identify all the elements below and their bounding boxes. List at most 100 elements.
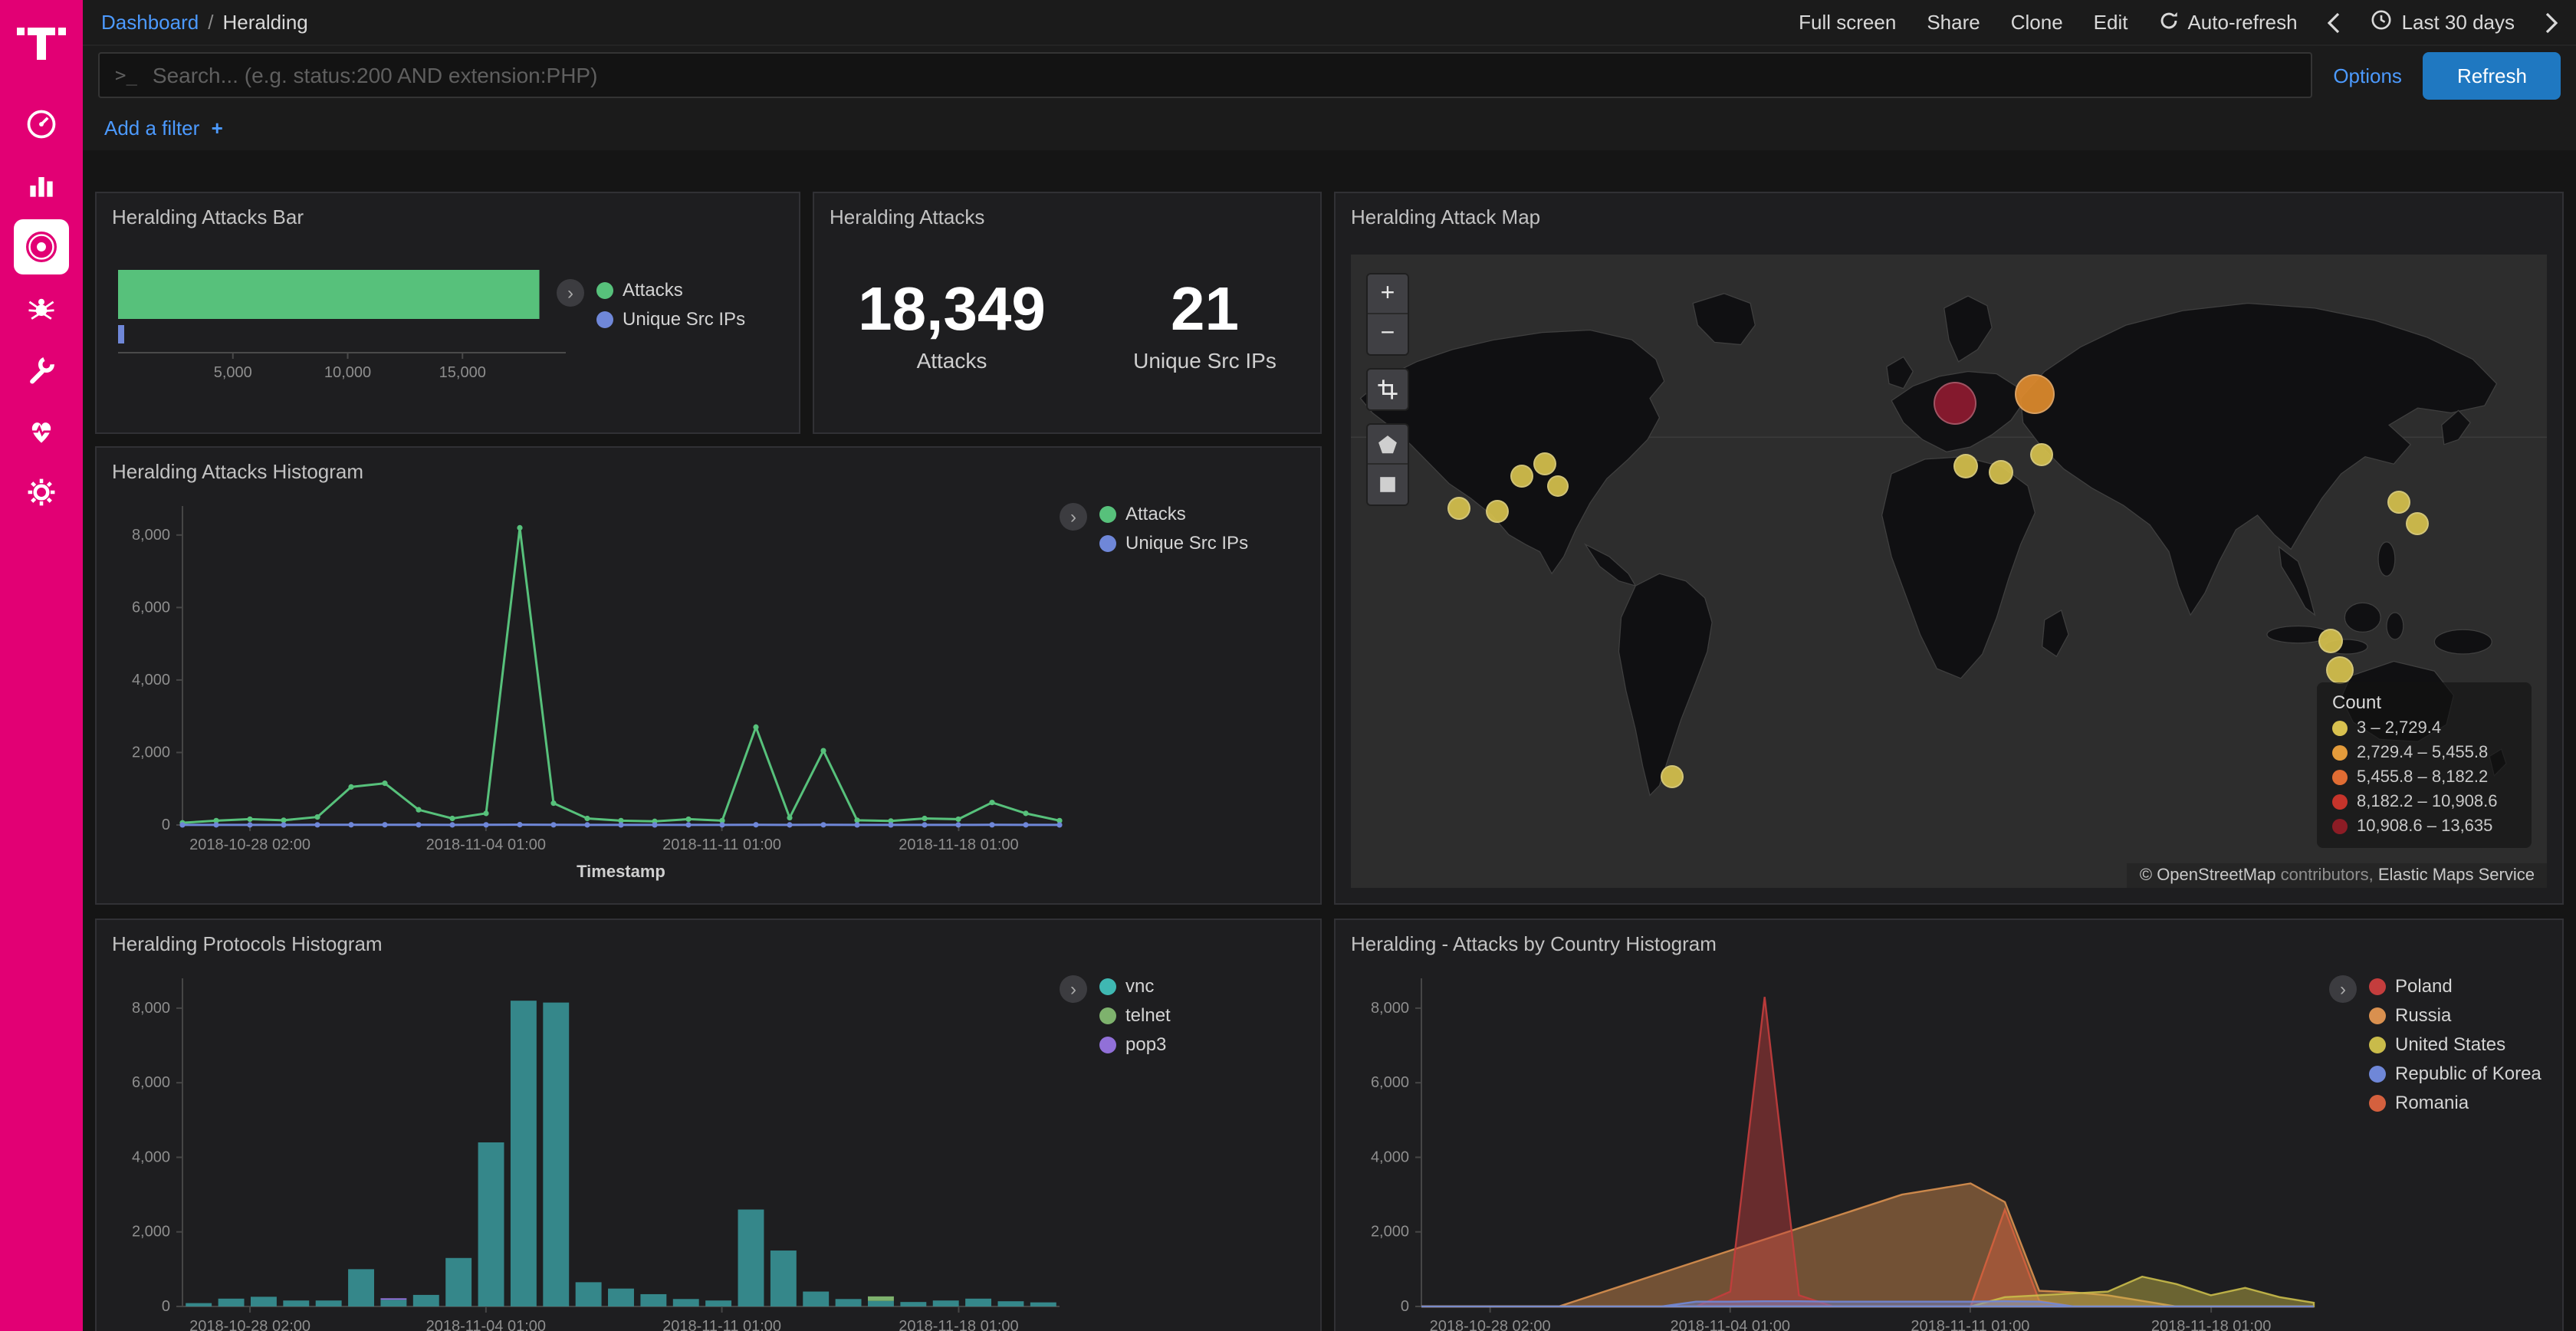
gear-icon[interactable] — [14, 465, 69, 520]
map-point[interactable] — [2318, 629, 2343, 653]
bar-vnc[interactable] — [803, 1292, 829, 1306]
bar-vnc[interactable] — [251, 1296, 277, 1306]
bar-vnc[interactable] — [576, 1282, 602, 1306]
legend-item[interactable]: pop3 — [1099, 1034, 1171, 1055]
share-button[interactable]: Share — [1927, 11, 1980, 34]
bar-vnc[interactable] — [640, 1294, 666, 1306]
add-filter-button[interactable]: Add a filter + — [104, 116, 223, 139]
legend-toggle-icon[interactable]: › — [1060, 503, 1087, 531]
map-point[interactable] — [1934, 382, 1976, 425]
map-point[interactable] — [1547, 475, 1569, 496]
rectangle-tool-button[interactable] — [1368, 465, 1408, 504]
bar-chart-icon[interactable] — [14, 158, 69, 213]
search-input[interactable] — [153, 63, 2295, 87]
attacks-histogram-chart: 02,0004,0006,0008,0002018-10-28 02:00201… — [109, 491, 1075, 896]
crop-tool-button[interactable] — [1368, 370, 1408, 409]
country-histogram-chart: 02,0004,0006,0008,0002018-10-28 02:00201… — [1348, 963, 2329, 1331]
legend-item[interactable]: Unique Src IPs — [596, 308, 745, 330]
breadcrumb-dashboard[interactable]: Dashboard — [101, 11, 199, 34]
wrench-icon[interactable] — [14, 342, 69, 397]
bar-vnc[interactable] — [445, 1258, 472, 1306]
dashboard-icon[interactable] — [14, 97, 69, 152]
legend: › Attacks Unique Src IPs — [557, 279, 745, 330]
bar-vnc[interactable] — [283, 1300, 309, 1306]
legend-label: Attacks — [1125, 503, 1186, 524]
map-point[interactable] — [2015, 374, 2055, 414]
map-point[interactable] — [2387, 490, 2410, 513]
bar-vnc[interactable] — [900, 1302, 926, 1306]
legend-item[interactable]: Republic of Korea — [2369, 1063, 2542, 1084]
legend-item[interactable]: Attacks — [1099, 503, 1248, 524]
telekom-logo[interactable] — [15, 15, 67, 69]
fullscreen-button[interactable]: Full screen — [1799, 11, 1896, 34]
map-point[interactable] — [1510, 465, 1533, 488]
options-link[interactable]: Options — [2333, 64, 2402, 87]
bar-telnet[interactable] — [868, 1296, 894, 1301]
bar-vnc[interactable] — [738, 1210, 764, 1306]
refresh-button[interactable]: Refresh — [2423, 51, 2561, 99]
map-point[interactable] — [1533, 452, 1556, 475]
legend-item[interactable]: United States — [2369, 1034, 2542, 1055]
spider-icon[interactable] — [14, 281, 69, 336]
bar-vnc[interactable] — [965, 1299, 991, 1306]
legend-item[interactable]: telnet — [1099, 1004, 1171, 1026]
time-forward-button[interactable] — [2545, 12, 2558, 33]
bar-vnc[interactable] — [1030, 1303, 1056, 1306]
bar-vnc[interactable] — [413, 1295, 439, 1306]
legend-toggle-icon[interactable]: › — [557, 279, 584, 307]
bar-vnc[interactable] — [380, 1300, 406, 1306]
bar-vnc[interactable] — [673, 1299, 699, 1306]
legend-items: Attacks Unique Src IPs — [1099, 503, 1248, 554]
legend-toggle-icon[interactable]: › — [1060, 975, 1087, 1003]
zoom-out-button[interactable]: − — [1368, 314, 1408, 354]
bar-vnc[interactable] — [770, 1250, 797, 1306]
legend-item[interactable]: Poland — [2369, 975, 2542, 997]
bar-vnc[interactable] — [186, 1303, 212, 1306]
polygon-tool-button[interactable] — [1368, 425, 1408, 465]
time-back-button[interactable] — [2328, 12, 2341, 33]
bar-vnc[interactable] — [316, 1300, 342, 1306]
bar-vnc[interactable] — [836, 1299, 862, 1306]
panel-protocols-histogram: Heralding Protocols Histogram 02,0004,00… — [95, 919, 1322, 1331]
clone-button[interactable]: Clone — [2011, 11, 2063, 34]
map-point[interactable] — [1447, 496, 1470, 519]
count-legend-dot — [2332, 819, 2348, 834]
bar-vnc[interactable] — [868, 1301, 894, 1306]
panel-title: Heralding Protocols Histogram — [97, 920, 1320, 961]
series-Attacks — [179, 525, 1062, 826]
map-point[interactable] — [2326, 656, 2354, 683]
legend-item[interactable]: Russia — [2369, 1004, 2542, 1026]
edit-button[interactable]: Edit — [2094, 11, 2128, 34]
bar-vnc[interactable] — [705, 1300, 731, 1306]
bar-vnc[interactable] — [608, 1289, 634, 1306]
legend-label: Unique Src IPs — [1125, 532, 1248, 554]
map-point[interactable] — [2029, 442, 2052, 465]
bar-pop3[interactable] — [380, 1298, 406, 1300]
target-icon[interactable] — [14, 219, 69, 274]
svg-text:2,000: 2,000 — [132, 1224, 170, 1241]
svg-text:0: 0 — [162, 1298, 170, 1315]
bar-vnc[interactable] — [511, 1001, 537, 1306]
legend-item[interactable]: Unique Src IPs — [1099, 532, 1248, 554]
bar-vnc[interactable] — [348, 1269, 374, 1306]
bar-vnc[interactable] — [478, 1142, 504, 1306]
attack-map[interactable]: + − — [1351, 255, 2547, 888]
legend: › vnc telnet pop3 — [1060, 975, 1171, 1055]
svg-text:8,000: 8,000 — [132, 527, 170, 544]
search-box: >_ — [98, 52, 2312, 98]
svg-text:2018-11-11 01:00: 2018-11-11 01:00 — [1911, 1318, 2029, 1331]
bar-vnc[interactable] — [543, 1003, 569, 1306]
bar-vnc[interactable] — [997, 1301, 1024, 1306]
legend-item[interactable]: Romania — [2369, 1092, 2542, 1113]
zoom-in-button[interactable]: + — [1368, 274, 1408, 314]
legend-item[interactable]: vnc — [1099, 975, 1171, 997]
count-legend-item: 3 – 2,729.4 — [2332, 719, 2516, 738]
bar-vnc[interactable] — [933, 1300, 959, 1306]
legend-item[interactable]: Attacks — [596, 279, 745, 301]
time-range-button[interactable]: Last 30 days — [2371, 9, 2515, 35]
heartbeat-icon[interactable] — [14, 403, 69, 458]
legend-toggle-icon[interactable]: › — [2329, 975, 2357, 1003]
svg-text:0: 0 — [1401, 1298, 1409, 1315]
bar-vnc[interactable] — [219, 1299, 245, 1306]
auto-refresh-button[interactable]: Auto-refresh — [2158, 10, 2297, 35]
